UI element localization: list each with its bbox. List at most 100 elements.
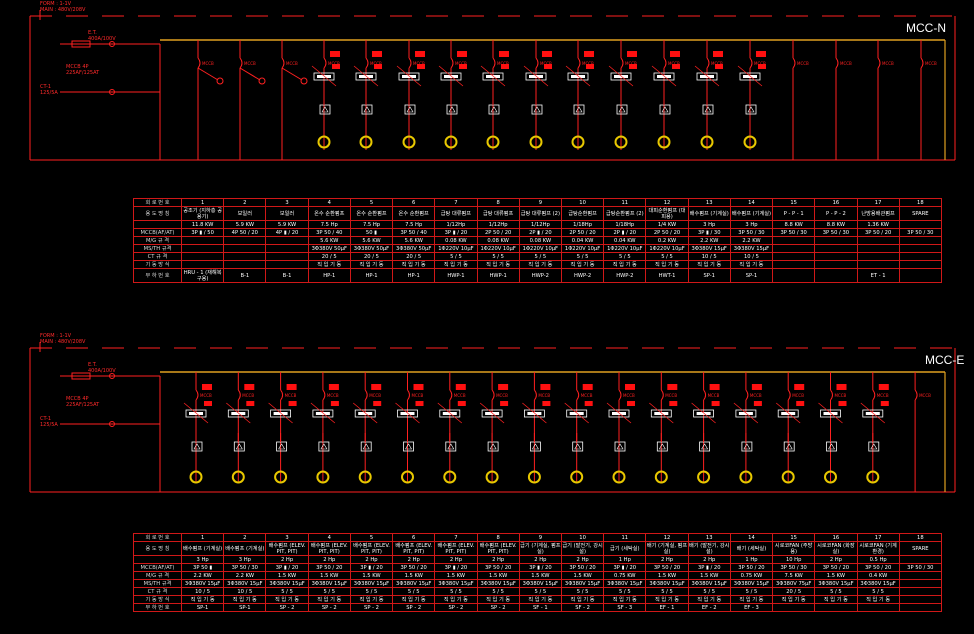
table-cell-no: 18 bbox=[898, 198, 942, 207]
table-cell-mg: 2.2 KW bbox=[223, 571, 267, 580]
contactor-fill-icon bbox=[670, 51, 680, 57]
mccb-tag: MCCB bbox=[538, 393, 550, 398]
triangle-icon bbox=[870, 443, 878, 450]
table-cell-name: 온수 순환펌프 bbox=[349, 206, 394, 221]
table-cell-msth: 3Φ380V 15μF bbox=[729, 244, 774, 253]
mccb-tag: MCCB bbox=[286, 61, 298, 66]
table-cell-start: 직 입 기 동 bbox=[814, 595, 858, 604]
table-cell-rating: 1/12Hp bbox=[434, 220, 478, 229]
table-cell-ct: 5 / 5 bbox=[518, 252, 562, 261]
mccb-symbol bbox=[877, 57, 881, 69]
triangle-icon bbox=[321, 106, 329, 113]
table-cell-msth bbox=[856, 244, 900, 253]
relay-fill-icon bbox=[758, 64, 766, 69]
table-cell-ct bbox=[856, 252, 900, 261]
triangle-icon bbox=[658, 443, 666, 450]
table-cell-start: 직 입 기 동 bbox=[307, 260, 351, 269]
table-cell-name: 온수 순환펌프 bbox=[392, 206, 436, 221]
mccb-symbol bbox=[280, 389, 284, 401]
mccb-tag: MCCB bbox=[792, 393, 804, 398]
table-cell-mccb: 3P 50 / 20 bbox=[814, 563, 858, 572]
table-cell-mg: 5.6 KW bbox=[349, 236, 394, 245]
relay-fill-icon bbox=[288, 401, 297, 406]
table-cell-ct: 10 / 5 bbox=[687, 252, 731, 261]
mccb-symbol bbox=[450, 57, 454, 69]
table-cell-mccb: 3P ▮ / 50 bbox=[180, 228, 225, 237]
table-row: 부 하 번 호 SP-1 SP-1 SP - 2 SP - 2 SP - 2 SP - 2S… bbox=[133, 603, 942, 612]
table-cell-ct: 5 / 5 bbox=[265, 587, 309, 596]
table-cell-name: 시로코FAN (화장실) bbox=[814, 541, 858, 556]
table-cell-name: 배수펌프 (기계실) bbox=[180, 541, 225, 556]
table-cell-mg: 1.5 KW bbox=[307, 571, 351, 580]
control-box-symbol bbox=[702, 104, 714, 115]
table-cell-ct bbox=[898, 587, 942, 596]
table-cell-rating: 7.5 Hp bbox=[349, 220, 394, 229]
table-cell-name: 배수펌프 (ELEV. PIT, PIT) bbox=[392, 541, 436, 556]
table-cell-ct: 5 / 5 bbox=[603, 252, 647, 261]
table-cell-ct: 5 / 5 bbox=[603, 587, 647, 596]
table-cell-load: HWP-1 bbox=[476, 268, 520, 283]
table-cell-no: 6 bbox=[392, 198, 436, 207]
table-cell-name: 배수펌프 (ELEV. PIT, PIT) bbox=[265, 541, 309, 556]
table-cell-name: 급탕 대류펌프 (2) bbox=[518, 206, 562, 221]
row-header: CT 규 격 bbox=[133, 252, 182, 261]
table-cell-ct: 5 / 5 bbox=[729, 587, 774, 596]
table-cell-msth: 3Φ380V 50μF bbox=[392, 244, 436, 253]
table-row: MS/TH 규격 3Φ380V 15μF 3Φ380V 15μF 3Φ380V 15μ… bbox=[133, 579, 942, 588]
table-cell-start bbox=[898, 595, 942, 604]
table-row: 11.8 KW 5.9 KW 5.9 KW 7.5 Hp 7.5 Hp 7.5 Hp 1/1… bbox=[133, 220, 942, 229]
triangle-icon bbox=[193, 443, 201, 450]
table-cell-msth bbox=[814, 244, 858, 253]
relay-fill-icon bbox=[374, 64, 382, 69]
table-cell-start: 직 입 기 동 bbox=[476, 595, 520, 604]
mccb-symbol bbox=[618, 389, 622, 401]
triangle-icon bbox=[701, 443, 709, 450]
row-header: 기 동 방 식 bbox=[133, 260, 182, 269]
branch-line bbox=[197, 67, 219, 81]
table-cell-mccb: 3P 50 / 30 bbox=[729, 228, 774, 237]
table-cell-start: 직 입 기 동 bbox=[560, 595, 605, 604]
table-cell-load: B-1 bbox=[265, 268, 309, 283]
table-cell-no: 2 bbox=[223, 198, 267, 207]
table-cell-mccb: 3P 50 / 30 bbox=[772, 228, 816, 237]
row-header: 회 로 번 호 bbox=[133, 198, 182, 207]
table-cell-load: SP-1 bbox=[180, 603, 225, 612]
table-cell-mg: 0.04 KW bbox=[603, 236, 647, 245]
mccb-symbol bbox=[449, 389, 453, 401]
table-cell-ct: 5 / 5 bbox=[645, 587, 689, 596]
mccb-tag: MCCB bbox=[797, 61, 809, 66]
table-cell-mg: 0.08 KW bbox=[518, 236, 562, 245]
table-cell-mg: 2.2 KW bbox=[687, 236, 731, 245]
contactor-fill-icon bbox=[542, 51, 552, 57]
triangle-icon bbox=[618, 106, 626, 113]
triangle-icon bbox=[235, 443, 243, 450]
table-cell-msth: 3Φ380V 15μF bbox=[223, 579, 267, 588]
contactor-fill-icon bbox=[286, 384, 297, 390]
table-cell-start: 직 입 기 동 bbox=[518, 595, 562, 604]
table-cell-rating: 3 Hp bbox=[223, 555, 267, 564]
table-cell-mccb: 3P ▮ / 20 bbox=[687, 563, 731, 572]
table-cell-no: 10 bbox=[560, 198, 605, 207]
table-cell-rating: 1/18Hp bbox=[603, 220, 647, 229]
table-cell-ct: 5 / 5 bbox=[434, 587, 478, 596]
triangle-icon bbox=[827, 443, 836, 450]
table-cell-no: 8 bbox=[476, 533, 520, 542]
contactor-fill-icon bbox=[713, 51, 723, 57]
mccb-symbol bbox=[195, 389, 199, 401]
table-cell-msth: 1Φ220V 10μF bbox=[518, 244, 562, 253]
row-header bbox=[133, 555, 182, 564]
table-cell-load: HP-1 bbox=[349, 268, 394, 283]
table-cell-mccb: 3P ▮ / 30 bbox=[687, 228, 731, 237]
relay-fill-icon bbox=[584, 401, 593, 406]
table-cell-msth: 3Φ380V 15μF bbox=[729, 579, 774, 588]
table-cell-name: 보일러 bbox=[223, 206, 267, 221]
table-cell-no: 17 bbox=[856, 533, 900, 542]
breaker-note-mcc-n-2: MCCB 4P 225AF/125AT bbox=[66, 64, 99, 76]
relay-fill-icon bbox=[500, 401, 509, 406]
table-row: 회 로 번 호 1 2 3 4 5 6 7 8 9 10 11 12 13 14 15 16 17 18 bbox=[133, 533, 942, 542]
table-cell-start: 직 입 기 동 bbox=[518, 260, 562, 269]
table-cell-name: 배기 (발전기, 강시설) bbox=[687, 541, 731, 556]
table-cell-load: B-1 bbox=[223, 268, 267, 283]
table-cell-mg: 7.5 KW bbox=[772, 571, 816, 580]
table-cell-ct: 10 / 5 bbox=[180, 587, 225, 596]
